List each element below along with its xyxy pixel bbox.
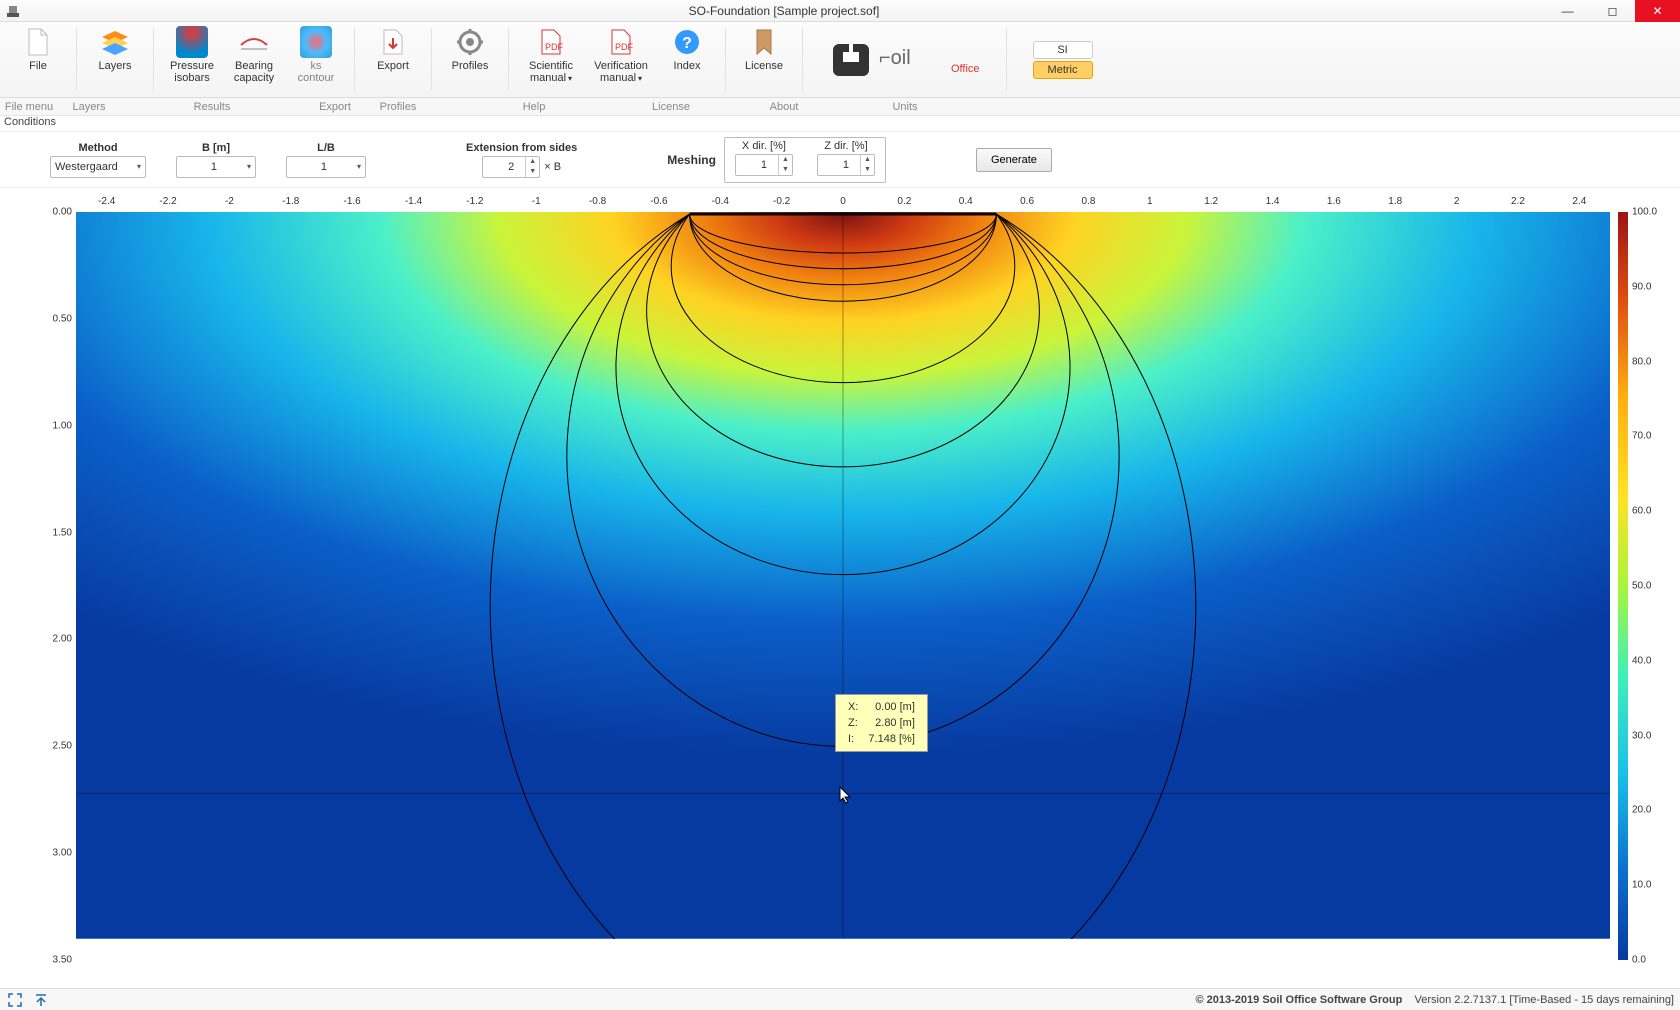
- layers-button[interactable]: Layers: [89, 26, 141, 72]
- extension-unit: × B: [544, 161, 561, 173]
- export-button[interactable]: Export: [367, 26, 419, 72]
- index-button[interactable]: ? Index: [661, 26, 713, 85]
- bearing-capacity-button[interactable]: Bearing capacity: [228, 26, 280, 84]
- status-bar: © 2013-2019 Soil Office Software Group V…: [0, 988, 1680, 1010]
- x-axis: -2.4-2.2-2-1.8-1.6-1.4-1.2-1-0.8-0.6-0.4…: [76, 196, 1610, 208]
- bearing-capacity-icon: [238, 26, 270, 58]
- profiles-button[interactable]: Profiles: [444, 26, 496, 72]
- b-select[interactable]: 1▾: [176, 156, 256, 178]
- zdir-input[interactable]: 1▲▼: [817, 154, 875, 176]
- pressure-isobars-button[interactable]: Pressure isobars: [166, 26, 218, 84]
- ribbon-captions: File menu Layers Results Export Profiles…: [0, 98, 1680, 116]
- b-label: B [m]: [202, 142, 230, 154]
- svg-text:PDF: PDF: [615, 42, 633, 52]
- heatmap-plot[interactable]: -2.4-2.2-2-1.8-1.6-1.4-1.2-1-0.8-0.6-0.4…: [76, 212, 1610, 960]
- ribbon: File Layers Pressure isobars Bearing cap…: [0, 22, 1680, 98]
- metric-units-button[interactable]: Metric: [1033, 61, 1093, 79]
- zdir-label: Z dir. [%]: [824, 140, 867, 152]
- svg-text:⌐oil: ⌐oil: [879, 47, 911, 69]
- close-button[interactable]: ✕: [1635, 0, 1680, 22]
- pdf-icon: PDF: [605, 26, 637, 58]
- file-button[interactable]: File: [12, 26, 64, 72]
- svg-text:PDF: PDF: [545, 42, 563, 52]
- profiles-icon: [454, 26, 486, 58]
- foundation-logo-icon: [829, 40, 873, 80]
- conditions-bar: Method Westergaard▾ B [m] 1▾ L/B 1▾ Exte…: [0, 132, 1680, 188]
- lb-label: L/B: [317, 142, 335, 154]
- plot-area: -2.4-2.2-2-1.8-1.6-1.4-1.2-1-0.8-0.6-0.4…: [10, 200, 1670, 980]
- app-icon: [3, 1, 23, 21]
- pressure-isobars-icon: [176, 26, 208, 58]
- generate-button[interactable]: Generate: [976, 148, 1052, 172]
- method-select[interactable]: Westergaard▾: [50, 156, 146, 178]
- meshing-label: Meshing: [667, 153, 716, 167]
- title-bar: SO-Foundation [Sample project.sof] — ◻ ✕: [0, 0, 1680, 22]
- meshing-box: X dir. [%] 1▲▼ Z dir. [%] 1▲▼: [724, 137, 886, 183]
- status-text: © 2013-2019 Soil Office Software Group V…: [1196, 994, 1675, 1006]
- minimize-button[interactable]: —: [1545, 0, 1590, 22]
- ks-contour-icon: [300, 26, 332, 58]
- help-icon: ?: [671, 26, 703, 58]
- pdf-icon: PDF: [535, 26, 567, 58]
- window-title: SO-Foundation [Sample project.sof]: [23, 4, 1545, 18]
- export-icon: [377, 26, 409, 58]
- expand-icon[interactable]: [6, 991, 24, 1009]
- si-units-button[interactable]: SI: [1033, 41, 1093, 59]
- cursor-icon: [839, 786, 853, 804]
- conditions-label: Conditions: [0, 116, 1680, 132]
- file-icon: [22, 26, 54, 58]
- license-button[interactable]: License: [738, 26, 790, 72]
- svg-text:?: ?: [682, 35, 692, 52]
- soil-office-logo: ⌐oil Office: [879, 44, 980, 75]
- y-axis: 0.000.501.001.502.002.503.003.50: [36, 212, 72, 960]
- maximize-button[interactable]: ◻: [1590, 0, 1635, 22]
- extension-label: Extension from sides: [466, 142, 577, 154]
- method-label: Method: [78, 142, 117, 154]
- colorbar: 0.010.020.030.040.050.060.070.080.090.01…: [1618, 212, 1660, 960]
- layers-icon: [99, 26, 131, 58]
- collapse-icon[interactable]: [32, 991, 50, 1009]
- bookmark-icon: [748, 26, 780, 58]
- xdir-input[interactable]: 1▲▼: [735, 154, 793, 176]
- extension-input[interactable]: 2▲▼: [482, 156, 540, 178]
- lb-select[interactable]: 1▾: [286, 156, 366, 178]
- xdir-label: X dir. [%]: [742, 140, 786, 152]
- about-logo[interactable]: ⌐oil Office: [829, 22, 980, 97]
- verification-manual-button[interactable]: PDF Verification manual▾: [591, 26, 651, 85]
- scientific-manual-button[interactable]: PDF Scientific manual▾: [521, 26, 581, 85]
- ks-contour-button[interactable]: ks contour: [290, 26, 342, 84]
- probe-tooltip: X:0.00 [m] Z:2.80 [m] I:7.148 [%]: [835, 694, 928, 752]
